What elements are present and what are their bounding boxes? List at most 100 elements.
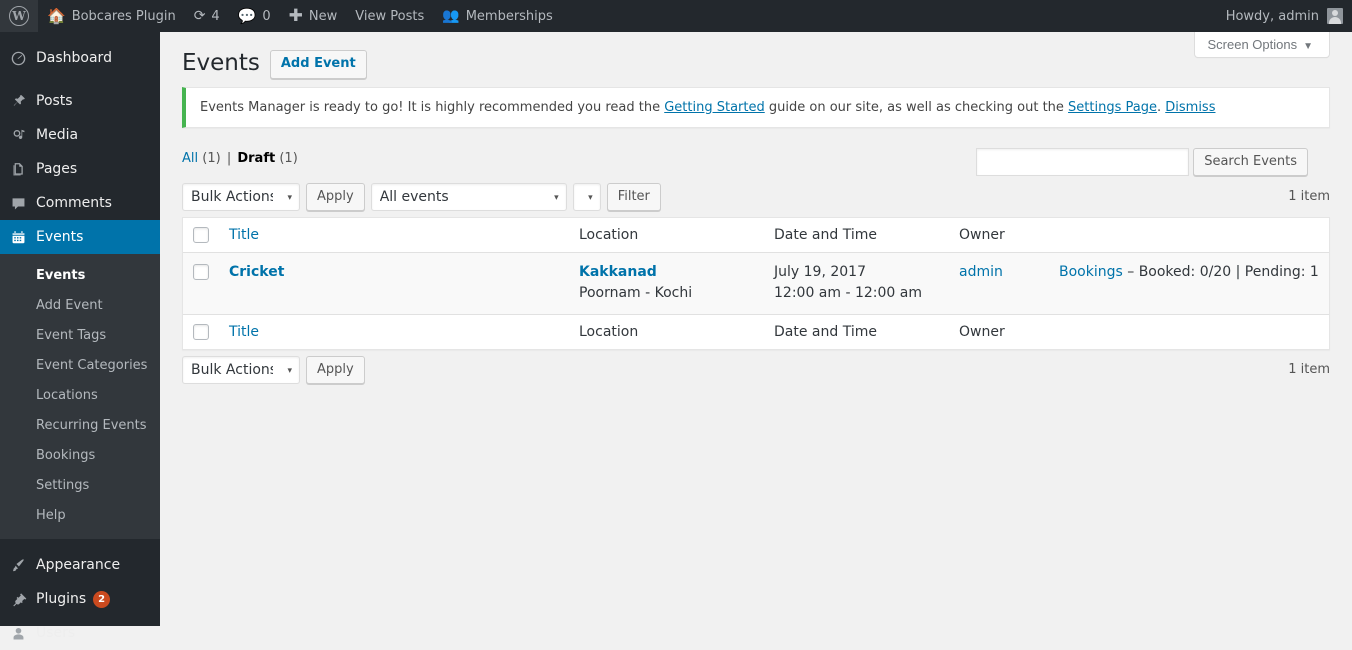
submenu-item-recurring-events[interactable]: Recurring Events xyxy=(0,411,160,441)
settings-page-link[interactable]: Settings Page xyxy=(1068,100,1157,115)
event-date: July 19, 2017 xyxy=(774,263,866,280)
sidebar-item-events[interactable]: Events xyxy=(0,220,160,254)
plus-icon: ✚ xyxy=(288,5,303,26)
view-all-count: (1) xyxy=(202,150,221,166)
cell-location: Kakkanad Poornam - Kochi xyxy=(569,253,764,314)
secondary-filter-select-wrap: ▾ xyxy=(572,182,601,211)
bulk-actions-select-bottom[interactable]: Bulk Actions xyxy=(182,356,300,385)
submenu-item-event-categories[interactable]: Event Categories xyxy=(0,351,160,381)
displaying-num-top: 1 item xyxy=(1288,188,1330,204)
apply-button-top[interactable]: Apply xyxy=(306,182,365,211)
my-account-menu[interactable]: Howdy, admin xyxy=(1217,0,1352,32)
sidebar-label-media: Media xyxy=(36,127,79,143)
sort-by-title-link[interactable]: Title xyxy=(229,227,259,243)
add-event-button[interactable]: Add Event xyxy=(269,50,367,80)
comment-icon xyxy=(0,195,36,212)
bookings-link[interactable]: Bookings xyxy=(1059,264,1123,280)
displaying-num-bottom: 1 item xyxy=(1288,362,1330,378)
apply-button-bottom[interactable]: Apply xyxy=(306,356,365,385)
comments-menu[interactable]: 💬 0 xyxy=(229,0,280,32)
column-header-owner: Owner xyxy=(949,217,1049,253)
filter-button[interactable]: Filter xyxy=(606,182,661,211)
memberships-menu[interactable]: 👥 Memberships xyxy=(433,0,562,32)
column-header-location: Location xyxy=(569,217,764,253)
updates-menu[interactable]: ⟳ 4 xyxy=(185,0,229,32)
column-footer-bookings xyxy=(1049,313,1329,350)
sidebar-item-comments[interactable]: Comments xyxy=(0,186,160,220)
dismiss-link[interactable]: Dismiss xyxy=(1165,100,1215,115)
sidebar-label-users: Users xyxy=(36,625,76,641)
submenu-item-events[interactable]: Events xyxy=(0,261,160,291)
views-divider: | xyxy=(226,150,232,166)
wordpress-logo-menu[interactable]: W xyxy=(0,0,38,32)
column-header-bookings xyxy=(1049,217,1329,253)
owner-link[interactable]: admin xyxy=(959,264,1003,280)
location-link[interactable]: Kakkanad xyxy=(579,264,657,280)
sidebar-item-dashboard[interactable]: Dashboard xyxy=(0,41,160,75)
sidebar-label-pages: Pages xyxy=(36,161,78,177)
event-title-link[interactable]: Cricket xyxy=(229,264,284,280)
comment-icon: 💬 xyxy=(237,6,257,25)
secondary-filter-select[interactable] xyxy=(572,182,601,211)
plugins-text: Plugins xyxy=(36,590,87,607)
event-time: 12:00 am - 12:00 am xyxy=(774,284,922,301)
view-posts-menu[interactable]: View Posts xyxy=(346,0,433,32)
row-select-cell xyxy=(183,253,219,314)
submenu-item-help[interactable]: Help xyxy=(0,501,160,531)
getting-started-link[interactable]: Getting Started xyxy=(664,100,765,115)
page-title: Events xyxy=(182,50,260,77)
admin-bar-spacer xyxy=(562,0,1217,32)
tablenav-bottom-actions: Bulk Actions ▾ Apply xyxy=(182,356,371,385)
sidebar-item-pages[interactable]: Pages xyxy=(0,152,160,186)
cell-date-time: July 19, 2017 12:00 am - 12:00 am xyxy=(764,253,949,314)
table-footer-row: Title Location Date and Time Owner xyxy=(183,313,1329,350)
view-draft-link[interactable]: Draft xyxy=(237,151,275,166)
sidebar-item-posts[interactable]: Posts xyxy=(0,84,160,118)
view-posts-label: View Posts xyxy=(355,8,425,24)
events-icon xyxy=(0,229,36,246)
column-footer-location: Location xyxy=(569,313,764,350)
sidebar-item-media[interactable]: Media xyxy=(0,118,160,152)
sidebar-label-events: Events xyxy=(36,229,84,245)
select-all-checkbox-top[interactable] xyxy=(193,227,209,244)
submenu-item-bookings[interactable]: Bookings xyxy=(0,441,160,471)
row-checkbox[interactable] xyxy=(193,264,209,281)
submenu-item-event-tags[interactable]: Event Tags xyxy=(0,321,160,351)
howdy-label: Howdy, admin xyxy=(1225,8,1319,24)
pages-icon xyxy=(0,161,36,178)
column-header-date-time: Date and Time xyxy=(764,217,949,253)
tablenav-top: Bulk Actions ▾ Apply All events ▾ ▾ Filt… xyxy=(182,182,1330,213)
events-filter-select[interactable]: All events xyxy=(370,182,567,211)
column-footer-owner: Owner xyxy=(949,313,1049,350)
sidebar-label-dashboard: Dashboard xyxy=(36,50,112,66)
submenu-item-locations[interactable]: Locations xyxy=(0,381,160,411)
page-wrap: Events Add Event Events Manager is ready… xyxy=(160,32,1352,386)
view-draft-count: (1) xyxy=(279,150,298,166)
submenu-item-settings[interactable]: Settings xyxy=(0,471,160,501)
select-all-checkbox-bottom[interactable] xyxy=(193,324,209,341)
search-events-button[interactable]: Search Events xyxy=(1193,147,1308,176)
bookings-detail: – Booked: 0/20 | Pending: 1 xyxy=(1127,263,1319,280)
bulk-actions-select-top[interactable]: Bulk Actions xyxy=(182,182,300,211)
sidebar-label-posts: Posts xyxy=(36,93,73,109)
plugins-update-badge: 2 xyxy=(93,590,111,608)
events-manager-notice: Events Manager is ready to go! It is hig… xyxy=(182,87,1330,128)
search-input[interactable] xyxy=(976,147,1190,176)
brush-icon xyxy=(0,557,36,574)
site-name-menu[interactable]: 🏠 Bobcares Plugin xyxy=(38,0,185,32)
view-draft: Draft (1) xyxy=(237,151,297,166)
home-icon: 🏠 xyxy=(47,6,66,25)
page-header: Events Add Event xyxy=(182,32,1330,80)
users-icon xyxy=(0,625,36,642)
sidebar-label-plugins: Plugins 2 xyxy=(36,590,160,608)
sidebar-item-appearance[interactable]: Appearance xyxy=(0,548,160,582)
select-all-footer xyxy=(183,313,219,350)
submenu-item-add-event[interactable]: Add Event xyxy=(0,291,160,321)
view-all-link[interactable]: All xyxy=(182,151,198,166)
pin-icon xyxy=(0,93,36,110)
new-content-menu[interactable]: ✚ New xyxy=(280,0,347,32)
sidebar-item-plugins[interactable]: Plugins 2 xyxy=(0,582,160,616)
plugin-icon xyxy=(0,591,36,608)
sidebar-item-users[interactable]: Users xyxy=(0,616,160,650)
sort-by-title-link-bottom[interactable]: Title xyxy=(229,324,259,340)
